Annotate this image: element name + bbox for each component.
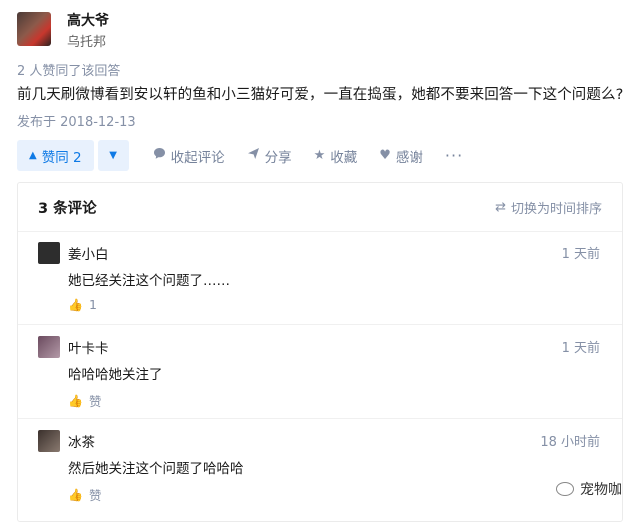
favorite-button[interactable]: ★ 收藏 (314, 146, 358, 166)
triangle-up-icon: ▲ (29, 150, 37, 161)
comment-like-label: 赞 (88, 488, 102, 503)
comment-like-label: 赞 (88, 394, 102, 409)
comment-text: 哈哈哈她关注了 (68, 367, 163, 383)
comments-count: 3 条评论 (38, 200, 97, 217)
share-label: 分享 (264, 149, 292, 166)
favorite-label: 收藏 (330, 149, 358, 166)
comment-like-button[interactable]: 👍 赞 (68, 485, 101, 504)
more-button[interactable]: ··· (445, 146, 463, 165)
commenter-name[interactable]: 叶卡卡 (68, 337, 109, 357)
vote-up-button[interactable]: ▲ 赞同 2 (17, 140, 94, 171)
commenter-avatar[interactable] (38, 242, 60, 264)
sort-toggle-button[interactable]: ⇄ 切换为时间排序 (495, 198, 602, 217)
comment-like-count: 1 (88, 297, 97, 312)
comments-panel: 3 条评论 ⇄ 切换为时间排序 姜小白 1 天前 她已经关注这个问题了…… 👍 … (17, 182, 623, 522)
thumbs-up-icon: 👍 (68, 393, 83, 408)
author-avatar[interactable] (17, 12, 51, 46)
commenter-avatar[interactable] (38, 430, 60, 452)
comment-text: 她已经关注这个问题了…… (68, 273, 230, 289)
share-button[interactable]: 分享 (247, 146, 292, 166)
share-arrow-icon (247, 147, 260, 164)
commenter-name[interactable]: 冰茶 (68, 431, 95, 451)
watermark-text: 宠物咖 (580, 482, 622, 498)
comment-like-button[interactable]: 👍 赞 (68, 391, 101, 410)
comment-time: 1 天前 (561, 341, 600, 356)
comment-text: 然后她关注这个问题了哈哈哈 (68, 461, 244, 477)
author-header: 高大爷 乌托邦 (17, 12, 109, 52)
sort-toggle-label: 切换为时间排序 (510, 201, 602, 217)
thumbs-up-icon: 👍 (68, 487, 83, 502)
triangle-down-icon: ▼ (109, 150, 117, 161)
answer-actions: ▲ 赞同 2 ▼ 收起评论 分享 ★ 收藏 ♥ 感谢 ··· (17, 140, 463, 171)
commenter-name[interactable]: 姜小白 (68, 243, 109, 263)
comment-like-button[interactable]: 👍 1 (68, 297, 97, 312)
collapse-comments-button[interactable]: 收起评论 (153, 146, 225, 166)
comment-item: 冰茶 18 小时前 然后她关注这个问题了哈哈哈 👍 赞 (18, 419, 622, 513)
collapse-comments-label: 收起评论 (170, 149, 225, 166)
comment-item: 姜小白 1 天前 她已经关注这个问题了…… 👍 1 (18, 231, 622, 325)
swap-icon: ⇄ (495, 199, 506, 215)
author-name[interactable]: 高大爷 (67, 12, 109, 30)
author-bio: 乌托邦 (67, 35, 107, 50)
author-meta: 高大爷 乌托邦 (67, 12, 109, 52)
vote-down-button[interactable]: ▼ (97, 140, 129, 171)
comment-item: 叶卡卡 1 天前 哈哈哈她关注了 👍 赞 (18, 325, 622, 419)
thanks-label: 感谢 (395, 149, 423, 166)
star-icon: ★ (313, 148, 326, 163)
watermark: 宠物咖 (556, 479, 622, 499)
heart-icon: ♥ (379, 148, 391, 163)
comment-icon (153, 147, 166, 164)
commenter-avatar[interactable] (38, 336, 60, 358)
publish-date[interactable]: 发布于 2018-12-13 (17, 111, 136, 130)
comment-time: 1 天前 (561, 247, 600, 262)
comment-time: 18 小时前 (540, 435, 600, 450)
thumbs-up-icon: 👍 (68, 297, 83, 312)
vote-up-label: 赞同 2 (41, 149, 82, 166)
liked-by-count[interactable]: 2 人赞同了该回答 (17, 60, 120, 79)
wechat-logo-icon (556, 482, 574, 496)
comments-header: 3 条评论 ⇄ 切换为时间排序 (18, 183, 622, 232)
answer-text: 前几天刷微博看到安以轩的鱼和小三猫好可爱，一直在捣蛋，她都不要来回答一下这个问题… (17, 87, 624, 103)
thanks-button[interactable]: ♥ 感谢 (379, 146, 423, 166)
